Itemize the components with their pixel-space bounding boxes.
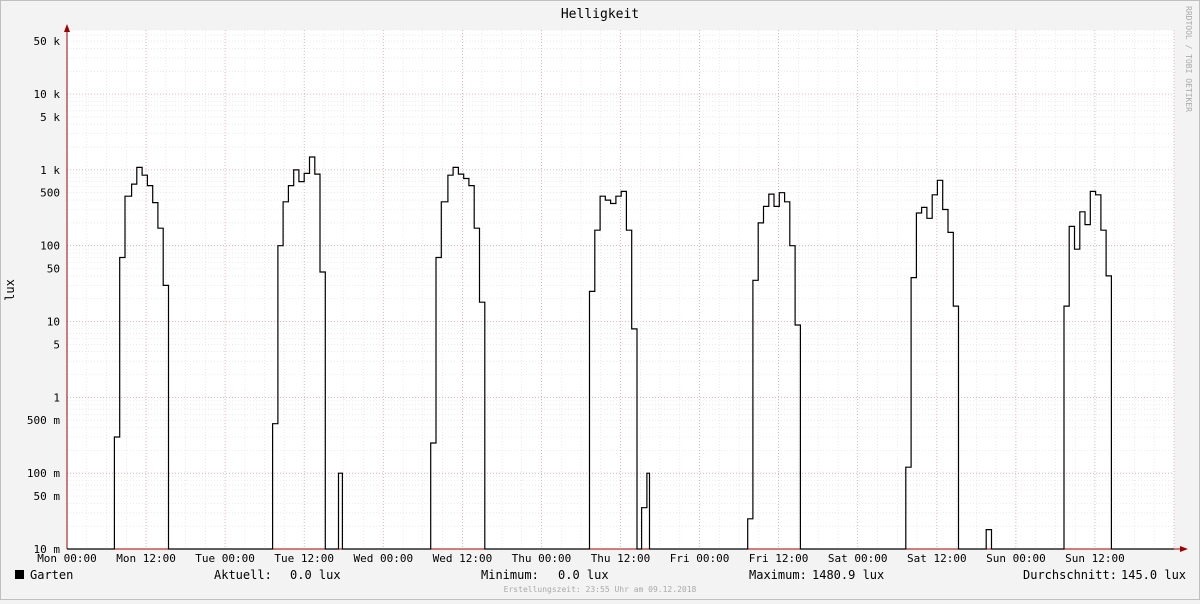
y-axis-label: lux: [3, 279, 17, 301]
watermark-text: RRDTOOL / TOBI OETIKER: [1184, 6, 1193, 112]
footer-timestamp: Erstellungszeit: 23:55 Uhr am 09.12.2018: [504, 585, 697, 594]
x-tick-label: Tue 12:00: [274, 552, 334, 565]
x-tick-label: Fri 12:00: [749, 552, 809, 565]
y-tick-label: 500 m: [27, 414, 60, 427]
legend-min-label: Minimum:: [481, 568, 539, 582]
legend-avg-value: 145.0 lux: [1121, 568, 1186, 582]
x-tick-label: Sun 12:00: [1065, 552, 1125, 565]
legend-current-value: 0.0 lux: [290, 568, 341, 582]
legend-series-label: Garten: [30, 568, 73, 582]
y-tick-label: 1: [53, 391, 60, 404]
y-tick-label: 5: [53, 338, 60, 351]
y-tick-label: 50: [47, 263, 60, 276]
y-tick-label: 500: [40, 187, 60, 200]
x-tick-label: Mon 12:00: [116, 552, 176, 565]
chart-title: Helligkeit: [561, 7, 639, 22]
y-tick-label: 100 m: [27, 467, 60, 480]
y-tick-label: 1 k: [40, 164, 60, 177]
x-tick-label: Mon 00:00: [37, 552, 97, 565]
x-tick-label: Thu 00:00: [512, 552, 572, 565]
y-tick-label: 10: [47, 316, 60, 329]
x-tick-label: Wed 00:00: [353, 552, 413, 565]
x-tick-label: Sat 00:00: [828, 552, 888, 565]
x-tick-label: Thu 12:00: [591, 552, 651, 565]
chart-root: 50 k 10 k 5 k 1 k 500 100 50 10 5 1 500 m 100 m 50 m…: [0, 0, 1200, 600]
x-tick-label: Tue 00:00: [195, 552, 255, 565]
y-tick-label: 10 k: [34, 88, 61, 101]
x-tick-label: Fri 00:00: [670, 552, 730, 565]
legend-max-value: 1480.9 lux: [812, 568, 884, 582]
legend-swatch: [15, 570, 24, 579]
y-tick-label: 100: [40, 240, 60, 253]
legend-min-value: 0.0 lux: [558, 568, 609, 582]
legend-max-label: Maximum:: [749, 568, 807, 582]
x-tick-label: Sun 00:00: [986, 552, 1046, 565]
y-tick-label: 5 k: [40, 111, 60, 124]
legend-avg-label: Durchschnitt:: [1023, 568, 1117, 582]
y-tick-label: 50 m: [34, 490, 61, 503]
y-tick-label: 50 k: [34, 35, 61, 48]
x-tick-label: Sat 12:00: [907, 552, 967, 565]
chart-svg: 50 k 10 k 5 k 1 k 500 100 50 10 5 1 500 m 100 m 50 m…: [0, 0, 1200, 600]
legend-current-label: Aktuell:: [214, 568, 272, 582]
x-tick-label: Wed 12:00: [433, 552, 493, 565]
